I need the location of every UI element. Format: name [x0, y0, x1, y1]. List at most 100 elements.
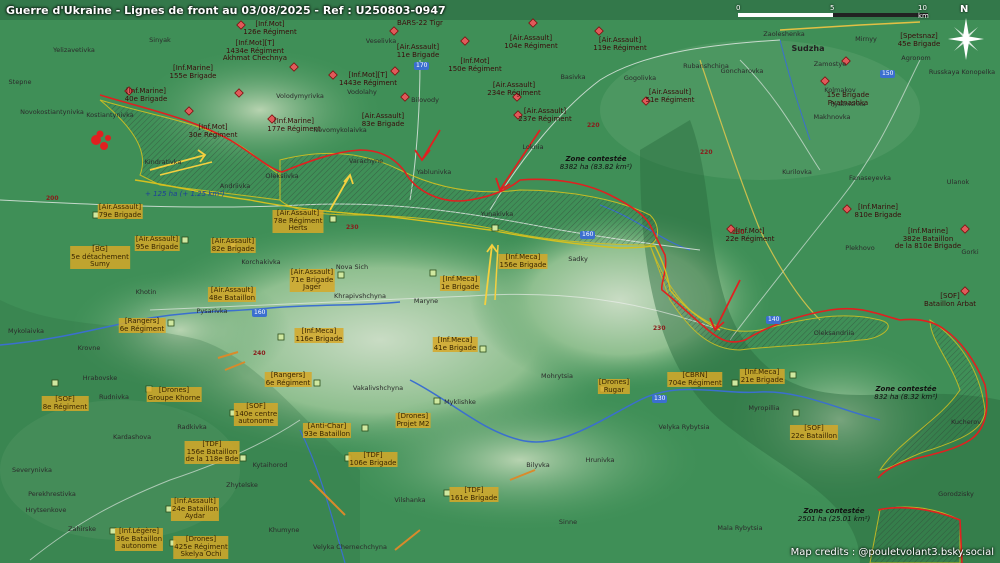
ru-unit-label: [Air.Assault] 104e Régiment	[504, 34, 558, 50]
town-hrabovske: Hrabovske	[82, 374, 118, 382]
ru-unit-label: [Air.Assault] 51e Régiment	[645, 88, 695, 104]
town-fanaseyevka: Fanaseyevka	[849, 174, 891, 182]
town-khotin: Khotin	[135, 288, 157, 296]
ua-unit-label: [Drones] Groupe Khorne	[146, 386, 202, 402]
ua-unit-label: [Air.Assault] 79e Brigade	[97, 203, 143, 219]
town-volodymyrivka: Volodymyrivka	[276, 92, 324, 100]
road-number: 160	[252, 309, 268, 317]
ua-unit-label: [Inf.Légère] 36e Bataillon autonome	[114, 527, 164, 551]
town-maryne: Maryne	[413, 297, 439, 305]
town-varachyne: Varachyne	[348, 157, 384, 165]
contested-zone-title: Zone contestée	[565, 155, 627, 163]
ru-unit-label: [Inf.Marine] 155e Brigade	[169, 64, 217, 80]
town-makhnovka: Makhnovka	[813, 113, 851, 121]
town-zhytelske: Zhytelske	[226, 481, 258, 489]
ua-unit-label: [Air.Assault] 95e Brigade	[134, 235, 180, 251]
ru-unit-label: [Inf.Mot] 30e Régiment	[188, 123, 238, 139]
town-vilshanka: Vilshanka	[394, 496, 426, 504]
town-bilyvka: Bilyvka	[526, 461, 550, 469]
ua-unit-label: [Rangers] 6e Régiment	[118, 317, 166, 333]
town-zamostye: Zamostye	[813, 60, 847, 68]
ru-unit-label: [SOF] Bataillon Arbat	[923, 292, 977, 308]
ru-unit-label: [Spetsnaz] 45e Brigade	[897, 32, 941, 48]
ru-unit-label: [Air.Assault] 237e Régiment	[518, 107, 572, 123]
contested-zone-value: 8382 ha (83.82 km²)	[559, 163, 633, 171]
ru-unit-label: 15e Brigade Pyatnashka	[826, 91, 870, 107]
contested-zone-label: Zone contestée 832 ha (8.32 km²)	[874, 385, 938, 401]
scale-segment-1	[738, 13, 833, 17]
ua-unit-label: [Drones] Rugar	[597, 378, 631, 394]
contested-zone-value: 2501 ha (25.01 km²)	[797, 515, 871, 523]
road-number: 230	[653, 325, 666, 332]
ua-unit-label: [Air.Assault] 48e Bataillon	[207, 286, 257, 302]
ru-unit-label: [Air.Assault] 234e Régiment	[487, 81, 541, 97]
scale-label-0: 0	[736, 4, 741, 12]
ru-unit-label: [Inf.Marine] 40e Brigade	[124, 87, 168, 103]
contested-zone-label: Zone contestée 2501 ha (25.01 km²)	[798, 507, 870, 523]
ru-unit-label: [Inf.Mot][T] 1434e Régiment Akhmat Chechny…	[222, 39, 288, 62]
road-number: 160	[580, 231, 596, 239]
town-myropillia: Myropillia	[748, 404, 780, 412]
road-number: 130	[652, 395, 668, 403]
ua-unit-label: [SOF] 140e centre autonome	[233, 402, 279, 426]
ua-unit-label: [TDF] 161e Brigade	[449, 486, 499, 502]
scale-label-10: 10 km	[918, 4, 929, 20]
town-hrytsenkove: Hrytsenkove	[25, 506, 67, 514]
town-kostiantynivka: Kostiantynivka	[86, 111, 134, 119]
ru-unit-label: BARS-22 Tigr	[397, 19, 443, 27]
town-zaoleshenka: Zaoleshenka	[763, 30, 805, 38]
road-number: 140	[766, 316, 782, 324]
ua-unit-label: [Air.Assault] 78e Régiment Herts	[272, 209, 324, 233]
town-russkaya: Russkaya Konopelka	[928, 68, 996, 76]
road-number: 220	[587, 122, 600, 129]
town-pysarivka: Pysarivka	[196, 307, 228, 315]
ru-unit-label: [Inf.Marine] 177e Régiment	[267, 117, 321, 133]
contested-zone-value: 832 ha (8.32 km²)	[874, 393, 938, 401]
town-sadky: Sadky	[568, 255, 588, 263]
town-gorodzisky: Gorodzisky	[938, 490, 974, 498]
town-velyka-rybytsia: Velyka Rybytsia	[658, 423, 710, 431]
ua-unit-label: [SOF] 22e Bataillon	[789, 424, 839, 440]
ua-unit-label: [Air.Assault] 71e Brigade Jager	[289, 268, 335, 292]
ua-unit-label: [TDF] 106e Brigade	[348, 451, 398, 467]
road-number: 150	[880, 70, 896, 78]
town-velyka-chernechchyna: Velyka Chernechchyna	[313, 543, 387, 551]
town-veselivka: Veselivka	[365, 37, 397, 45]
town-kytaihorod: Kytaihorod	[252, 461, 288, 469]
compass-north-label: N	[960, 4, 969, 15]
town-myklishke: Myklishke	[444, 398, 476, 406]
ua-unit-label: [Drones] 425e Régiment Skelya Ochi	[173, 535, 229, 559]
ua-unit-label: [Inf.Meca] 156e Brigade	[498, 253, 548, 269]
town-yunakivka: Yunakivka	[480, 210, 514, 218]
town-gorki: Gorki	[961, 248, 979, 256]
town-kardashova: Kardashova	[112, 433, 152, 441]
ua-unit-label: [Drones] Projet M2	[395, 412, 431, 428]
town-oleksandriia: Oleksandriia	[813, 329, 855, 337]
town-khumyne: Khumyne	[268, 526, 300, 534]
ua-unit-label: [SOF] 8e Régiment	[41, 395, 89, 411]
ru-unit-label: [Inf.Marine] 382e Bataillon de la 810e Bri…	[894, 227, 962, 250]
town-novasich: Nova Sich	[335, 263, 369, 271]
town-rudnivka: Rudnivka	[99, 393, 129, 401]
ru-unit-label: [Air.Assault] 11e Brigade	[396, 43, 440, 59]
ua-unit-label: [Anti-Char] 93e Bataillon	[302, 422, 352, 438]
road-number: 220	[700, 149, 713, 156]
town-khrapivshchyna: Khrapivshchyna	[334, 292, 386, 300]
road-number: 230	[732, 229, 745, 236]
scale-segment-2	[833, 13, 928, 17]
front-line-map: Guerre d'Ukraine - Lignes de front au 03…	[0, 0, 1000, 563]
ru-unit-label: [Inf.Marine] 810e Brigade	[854, 203, 902, 219]
town-plekhovo: Plekhovo	[845, 244, 875, 252]
road-number: 170	[414, 62, 430, 70]
ru-unit-label: [Inf.Mot] 150e Régiment	[448, 57, 502, 73]
town-basivka: Basivka	[560, 73, 586, 81]
ua-unit-label: [Rangers] 6e Régiment	[264, 371, 312, 387]
town-novomykolaivka: Novomykolaivka	[313, 126, 367, 134]
town-goncharovka: Goncharovka	[720, 67, 764, 75]
ru-unit-label: [Inf.Mot][T] 1443e Régiment	[339, 71, 397, 87]
town-mirnyy: Mirnyy	[855, 35, 877, 43]
town-radkivka: Radkivka	[177, 423, 207, 431]
town-yelizavetivka: Yelizavetivka	[53, 46, 95, 54]
map-title: Guerre d'Ukraine - Lignes de front au 03…	[6, 4, 446, 17]
gain-note: + 125 ha (+ 1.25 km²)	[145, 190, 225, 198]
